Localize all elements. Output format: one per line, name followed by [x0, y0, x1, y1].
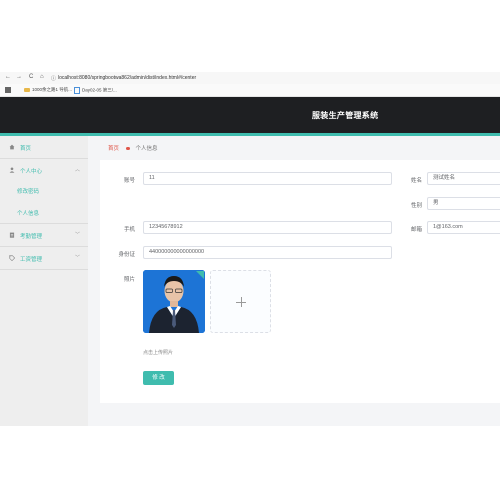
- breadcrumb: 首页 个人信息: [108, 144, 158, 152]
- chevron-up-icon: ︿: [74, 167, 80, 173]
- site-info-icon[interactable]: ⓘ: [51, 75, 56, 82]
- sidebar-item-home[interactable]: 首页: [0, 136, 88, 158]
- address-bar[interactable]: localhost:8080/springbootwa862/admin/dis…: [58, 75, 196, 81]
- app-title: 服装生产管理系统: [312, 111, 379, 120]
- forward-icon[interactable]: →: [16, 74, 22, 80]
- bookmarks-bar: 1000余之路1 导航... Day02-05 第三/...: [0, 84, 500, 97]
- chevron-down-icon: ﹀: [74, 255, 80, 261]
- folder-icon: [24, 87, 30, 92]
- breadcrumb-home[interactable]: 首页: [108, 146, 119, 152]
- apps-grid-icon[interactable]: [5, 87, 11, 93]
- bookmark-item[interactable]: 1000余之路1 导航...: [24, 87, 72, 93]
- photo-label: 照片: [123, 277, 135, 283]
- sidebar-item-personal-center[interactable]: 个人中心 ︿: [0, 159, 88, 181]
- clipboard-icon: [9, 232, 15, 238]
- home-icon[interactable]: ⌂: [40, 74, 44, 80]
- home-icon: [9, 144, 15, 150]
- sidebar-item-personal-info[interactable]: 个人信息: [0, 202, 88, 222]
- sidebar-item-change-password[interactable]: 修改密码: [0, 180, 88, 200]
- idcard-label: 身份证: [118, 252, 135, 258]
- gender-select[interactable]: 男: [427, 197, 500, 210]
- name-field[interactable]: 测试姓名: [427, 172, 500, 185]
- uploaded-photo[interactable]: [143, 270, 205, 333]
- document-icon: [74, 87, 80, 94]
- app-header: [0, 97, 500, 133]
- account-label: 账号: [123, 178, 135, 184]
- email-label: 邮箱: [410, 227, 422, 233]
- user-icon: [9, 167, 15, 173]
- account-field[interactable]: 11: [143, 172, 392, 185]
- upload-button[interactable]: [210, 270, 271, 333]
- sidebar-item-salary[interactable]: 工资管理 ﹀: [0, 247, 88, 269]
- sidebar: 首页 个人中心 ︿ 修改密码 个人信息 考勤管理 ﹀ 工资管理 ﹀: [0, 136, 88, 426]
- reload-icon[interactable]: C: [29, 74, 33, 80]
- chevron-down-icon: ﹀: [74, 232, 80, 238]
- bookmark-item[interactable]: Day02-05 第三/...: [74, 87, 117, 94]
- upload-hint: 点击上传照片: [143, 350, 174, 356]
- breadcrumb-current: 个人信息: [135, 146, 158, 152]
- tag-icon: [9, 255, 15, 261]
- gender-label: 性别: [410, 203, 422, 209]
- portrait-image: [143, 270, 205, 333]
- phone-field[interactable]: 12345678912: [143, 221, 392, 234]
- name-label: 姓名: [410, 178, 422, 184]
- submit-button[interactable]: 修 改: [143, 371, 174, 385]
- back-icon[interactable]: ←: [5, 74, 11, 80]
- phone-label: 手机: [123, 227, 135, 233]
- sidebar-item-attendance[interactable]: 考勤管理 ﹀: [0, 224, 88, 246]
- breadcrumb-separator-icon: [126, 146, 130, 151]
- email-field[interactable]: 1@163.com: [427, 221, 500, 234]
- browser-toolbar: ← → C ⌂ ⓘ localhost:8080/springbootwa862…: [0, 72, 500, 84]
- idcard-field[interactable]: 440000000000000000: [143, 246, 392, 259]
- divider: [0, 269, 88, 270]
